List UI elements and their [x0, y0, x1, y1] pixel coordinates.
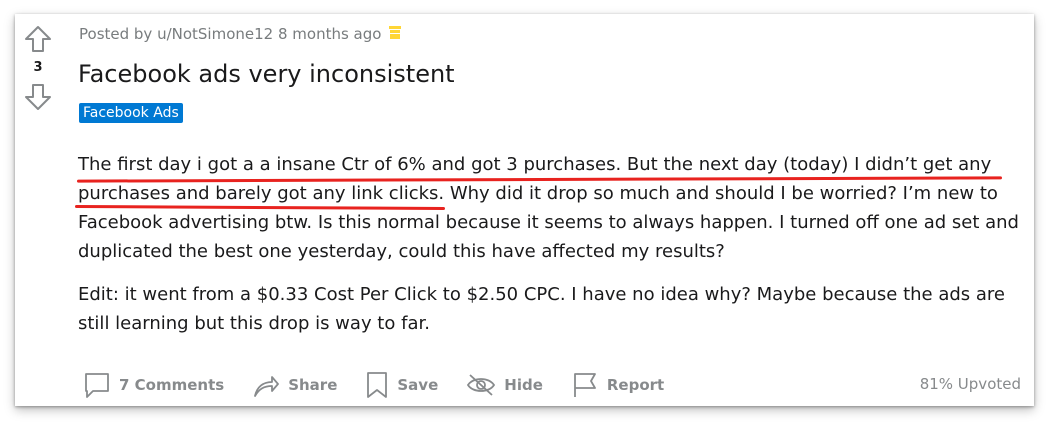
comments-button[interactable]: 7 Comments — [83, 371, 224, 399]
report-button[interactable]: Report — [571, 371, 664, 399]
bookmark-icon — [367, 372, 388, 398]
flag-icon — [573, 373, 596, 397]
post-meta-text: Posted by u/NotSimone12 8 months ago — [79, 25, 382, 43]
downvote-arrow-icon[interactable] — [23, 82, 53, 112]
share-label: Share — [288, 376, 338, 394]
post-paragraph-2: Edit: it went from a $0.33 Cost Per Clic… — [78, 284, 1005, 334]
post-title[interactable]: Facebook ads very inconsistent — [78, 58, 455, 90]
award-icon — [389, 26, 402, 39]
share-icon — [254, 376, 280, 397]
save-label: Save — [397, 376, 439, 394]
hide-button[interactable]: Hide — [466, 371, 543, 399]
action-bar: 7 Comments Share Save Hide Report — [83, 370, 692, 400]
upvote-ratio: 81% Upvoted — [919, 375, 1021, 393]
save-button[interactable]: Save — [365, 371, 438, 399]
upvote-arrow-icon[interactable] — [23, 24, 53, 54]
report-label: Report — [606, 376, 665, 394]
vote-column: 3 — [23, 24, 53, 112]
comments-label: 7 Comments — [119, 376, 225, 394]
hide-label: Hide — [504, 376, 543, 394]
post-flair[interactable]: Facebook Ads — [79, 103, 183, 123]
post-meta: Posted by u/NotSimone12 8 months ago — [79, 24, 402, 44]
share-button[interactable]: Share — [252, 371, 337, 399]
post-card[interactable]: 3 Posted by u/NotSimone12 8 months ago F… — [15, 14, 1034, 406]
hide-eye-icon — [467, 374, 496, 396]
vote-score: 3 — [33, 60, 43, 75]
comment-icon — [85, 373, 109, 398]
